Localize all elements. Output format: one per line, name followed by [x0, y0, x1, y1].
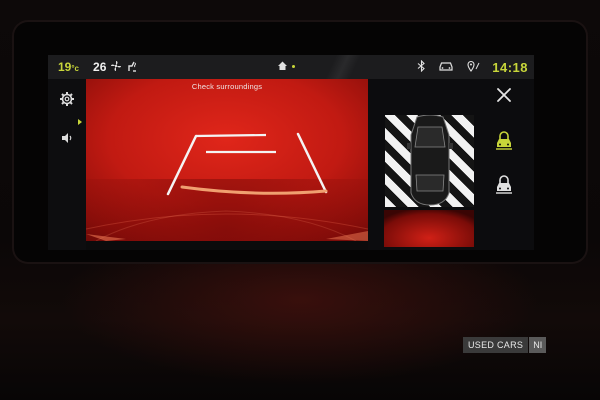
top-view-panel — [368, 79, 475, 250]
watermark: USED CARS NI — [463, 337, 547, 353]
location-icon[interactable] — [466, 60, 480, 75]
park-assist-active-icon[interactable] — [487, 127, 521, 155]
fan-icon[interactable] — [110, 60, 122, 75]
watermark-label: USED CARS — [463, 337, 529, 353]
right-rail — [474, 79, 534, 250]
rear-camera-view: Check surroundings — [86, 79, 368, 241]
watermark-suffix: NI — [529, 337, 547, 353]
home-indicator-dot — [292, 65, 295, 68]
chevron-right-icon — [78, 119, 82, 125]
car-settings-icon[interactable] — [438, 60, 454, 75]
clock: 14:18 — [492, 59, 528, 75]
parking-guidelines — [86, 132, 368, 241]
birds-eye-view — [385, 115, 475, 207]
close-icon[interactable] — [487, 81, 521, 109]
status-bar: 19°c 26 14:18 — [48, 55, 534, 79]
cabin-temperature[interactable]: 26 — [93, 60, 106, 74]
guideline-far — [195, 133, 267, 138]
outside-temperature[interactable]: 19°c — [58, 60, 79, 74]
heated-seat-icon[interactable] — [126, 60, 138, 75]
car-top-icon — [407, 115, 453, 206]
left-rail — [48, 79, 86, 250]
camera-message: Check surroundings — [191, 82, 263, 91]
car-lock-icon[interactable] — [487, 171, 521, 199]
home-icon[interactable] — [277, 60, 288, 74]
gear-icon[interactable] — [52, 88, 82, 110]
bluetooth-icon[interactable] — [417, 59, 426, 75]
status-bar-highlight — [318, 55, 368, 79]
speaker-icon[interactable] — [52, 127, 82, 149]
rear-camera-thumbnail[interactable] — [384, 210, 475, 247]
infotainment-screen: 19°c 26 14:18 Check surroundings — [48, 55, 534, 250]
